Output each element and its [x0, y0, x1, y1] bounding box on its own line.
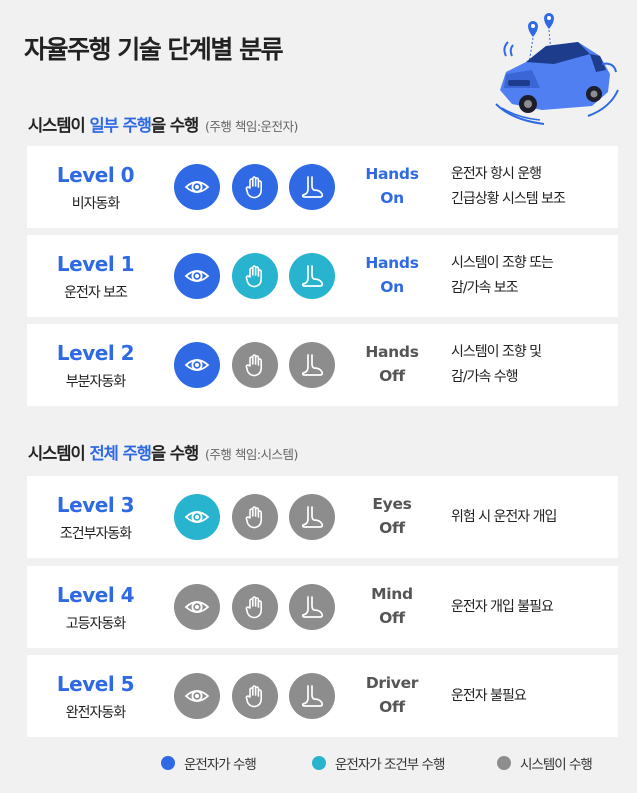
level-description: 시스템이 조향 및감/가속 수행: [451, 340, 616, 390]
section-header-pre: 시스템이: [28, 444, 90, 463]
level-name: 비자동화: [71, 196, 121, 212]
control-status-line2: Off: [379, 367, 405, 385]
control-status: Hands On: [357, 162, 427, 210]
legend-dot-conditional: [312, 756, 326, 770]
level-card: Level 3 조건부자동화 Eyes Off 위험 시 운전자 개입: [27, 476, 618, 558]
eye-icon: [174, 494, 220, 540]
level-name: 운전자 보조: [64, 285, 128, 301]
hand-icon: [232, 342, 278, 388]
section-header-partial: 시스템이 일부 주행을 수행 (주행 책임:운전자): [28, 112, 298, 136]
foot-icon: [289, 673, 335, 719]
level-name: 완전자동화: [65, 705, 126, 721]
control-status: Driver Off: [357, 671, 427, 719]
description-line1: 운전자 항시 운행: [451, 166, 542, 182]
section-header-post: 을 수행: [150, 444, 199, 463]
foot-icon: [289, 584, 335, 630]
hand-icon: [232, 253, 278, 299]
level-card: Level 4 고등자동화 Mind Off 운전자 개입 불필요: [27, 566, 618, 648]
hand-icon: [232, 673, 278, 719]
description-line1: 운전자 개입 불필요: [451, 599, 554, 615]
section-header-highlight: 일부 주행: [89, 116, 151, 135]
hand-icon: [232, 584, 278, 630]
hand-icon: [232, 164, 278, 210]
car-illustration: [495, 13, 619, 125]
legend-label: 시스템이 수행: [520, 757, 593, 773]
foot-icon: [289, 164, 335, 210]
legend-label: 운전자가 조건부 수행: [335, 757, 445, 773]
level-number: Level 0: [56, 163, 135, 187]
foot-icon: [289, 342, 335, 388]
legend-item-system: 시스템이 수행: [497, 753, 593, 773]
description-line1: 시스템이 조향 및: [451, 344, 542, 360]
foot-icon: [289, 494, 335, 540]
foot-icon: [289, 253, 335, 299]
level-name: 조건부자동화: [59, 526, 132, 542]
level-card: Level 1 운전자 보조 Hands On 시스템이 조향 또는감/가속 보조: [27, 235, 618, 317]
level-card: Level 5 완전자동화 Driver Off 운전자 불필요: [27, 655, 618, 737]
level-number: Level 1: [56, 252, 135, 276]
control-status-line2: Off: [379, 698, 405, 716]
level-number: Level 5: [56, 672, 135, 696]
legend-item-conditional: 운전자가 조건부 수행: [312, 753, 445, 773]
hand-icon: [232, 494, 278, 540]
description-line1: 위험 시 운전자 개입: [451, 509, 557, 525]
level-name: 고등자동화: [65, 616, 126, 632]
description-line2: 감/가속 보조: [451, 280, 519, 296]
section-header-pre: 시스템이: [28, 116, 90, 135]
control-status-line1: Eyes: [372, 495, 412, 513]
legend-label: 운전자가 수행: [184, 757, 257, 773]
level-description: 운전자 항시 운행긴급상황 시스템 보조: [451, 162, 616, 212]
level-description: 운전자 불필요: [451, 684, 616, 709]
control-status-line1: Driver: [365, 674, 419, 692]
eye-icon: [174, 253, 220, 299]
control-status-line2: On: [380, 189, 404, 207]
description-line2: 긴급상황 시스템 보조: [451, 191, 566, 207]
control-status-line1: Mind: [371, 585, 413, 603]
section-header-note: (주행 책임:운전자): [204, 119, 298, 134]
eye-icon: [174, 584, 220, 630]
level-card: Level 0 비자동화 Hands On 운전자 항시 운행긴급상황 시스템 보조: [27, 146, 618, 228]
section-header-post: 을 수행: [150, 116, 199, 135]
level-description: 운전자 개입 불필요: [451, 595, 616, 620]
description-line1: 운전자 불필요: [451, 688, 527, 704]
control-status-line2: Off: [379, 519, 405, 537]
legend-dot-driver: [161, 756, 175, 770]
control-status-line2: On: [380, 278, 404, 296]
control-status-line1: Hands: [365, 254, 419, 272]
description-line2: 감/가속 수행: [451, 369, 519, 385]
section-header-highlight: 전체 주행: [89, 444, 151, 463]
page-title: 자율주행 기술 단계별 분류: [24, 35, 284, 64]
control-status: Mind Off: [357, 582, 427, 630]
legend-dot-system: [497, 756, 511, 770]
section-header-note: (주행 책임:시스템): [204, 447, 298, 462]
eye-icon: [174, 164, 220, 210]
legend-item-driver: 운전자가 수행: [161, 753, 257, 773]
control-status: Hands Off: [357, 340, 427, 388]
eye-icon: [174, 342, 220, 388]
level-number: Level 2: [56, 341, 135, 365]
section-header-full: 시스템이 전체 주행을 수행 (주행 책임:시스템): [28, 440, 298, 464]
control-status-line2: Off: [379, 609, 405, 627]
control-status-line1: Hands: [365, 165, 419, 183]
level-name: 부분자동화: [65, 374, 126, 390]
level-description: 위험 시 운전자 개입: [451, 505, 616, 530]
control-status: Hands On: [357, 251, 427, 299]
description-line1: 시스템이 조향 또는: [451, 255, 554, 271]
level-description: 시스템이 조향 또는감/가속 보조: [451, 251, 616, 301]
eye-icon: [174, 673, 220, 719]
control-status: Eyes Off: [357, 492, 427, 540]
level-number: Level 3: [56, 493, 135, 517]
control-status-line1: Hands: [365, 343, 419, 361]
level-card: Level 2 부분자동화 Hands Off 시스템이 조향 및감/가속 수행: [27, 324, 618, 406]
level-number: Level 4: [56, 583, 135, 607]
